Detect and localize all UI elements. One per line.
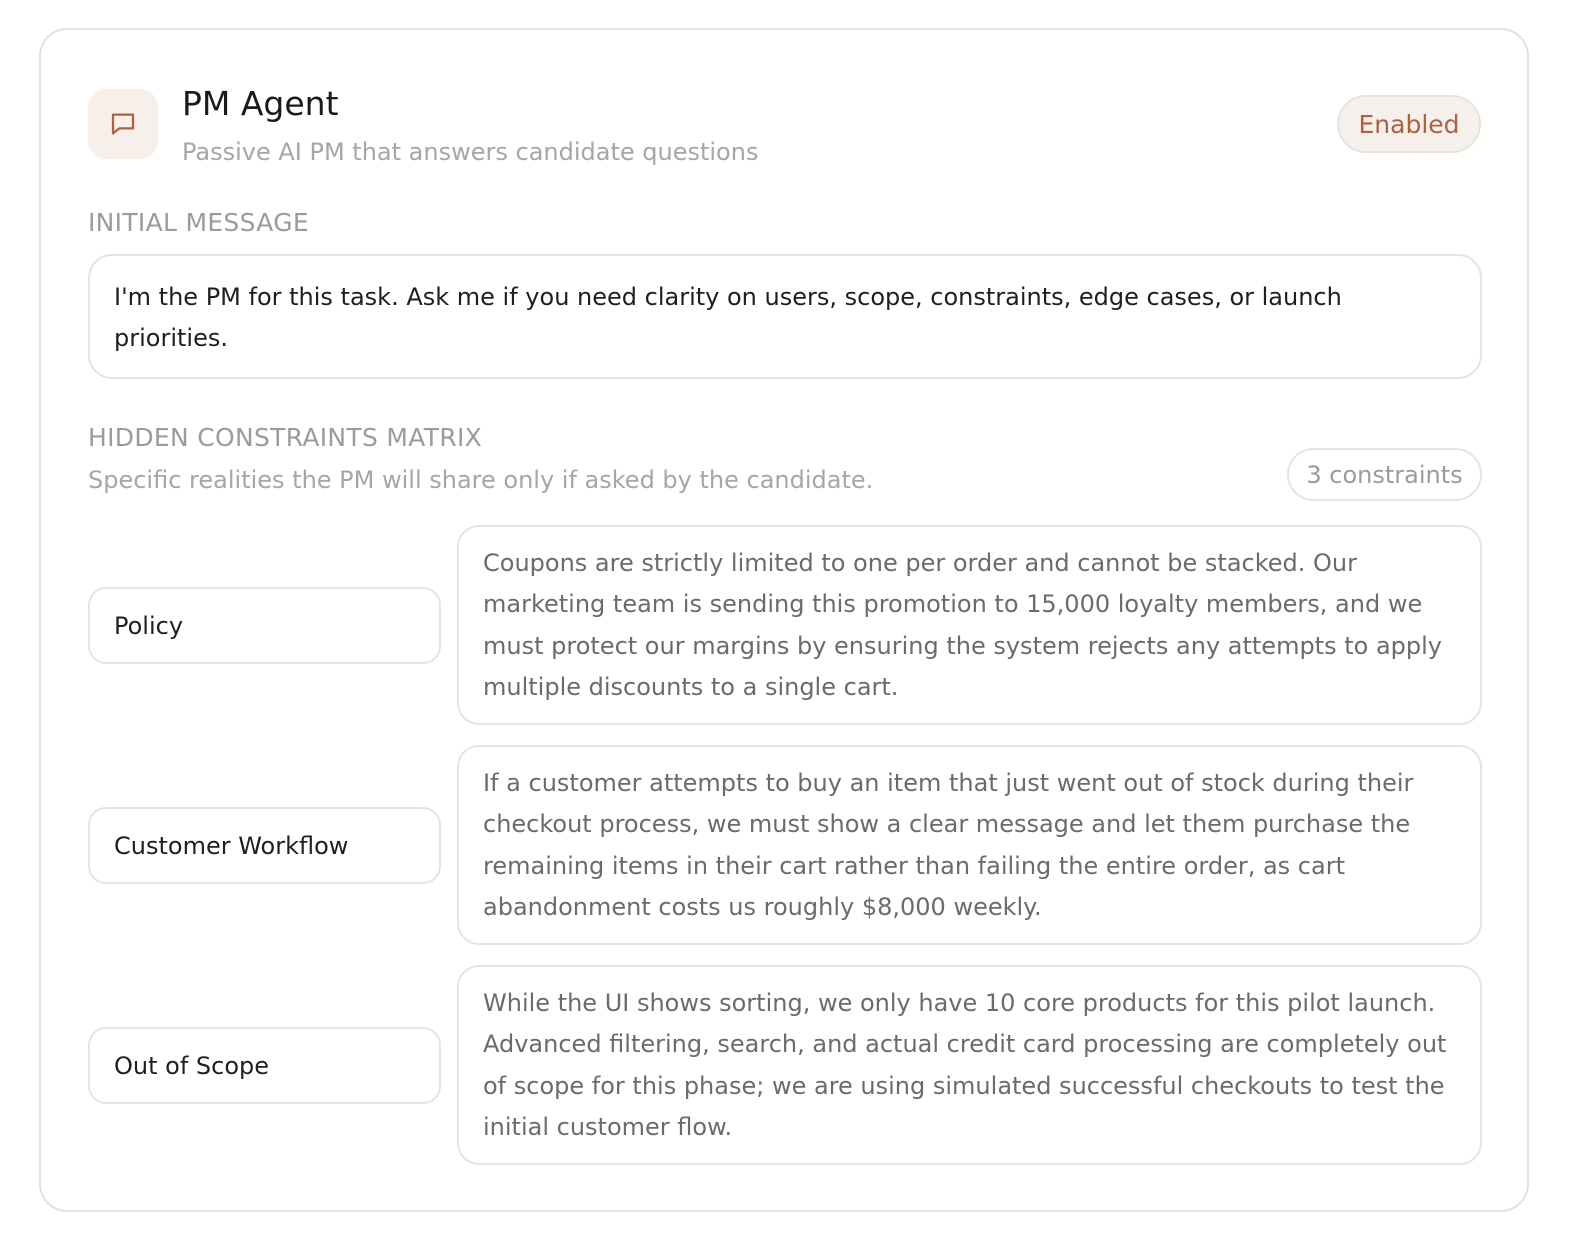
message-square-icon (111, 113, 135, 135)
initial-message-field[interactable]: I'm the PM for this task. Ask me if you … (88, 254, 1482, 379)
constraint-description-field[interactable]: If a customer attempts to buy an item th… (457, 745, 1482, 945)
constraints-count-badge: 3 constraints (1287, 448, 1482, 501)
constraint-type-field[interactable]: Customer Workflow (88, 807, 441, 884)
constraint-type-field[interactable]: Out of Scope (88, 1027, 441, 1104)
enabled-toggle[interactable]: Enabled (1337, 95, 1481, 153)
initial-message-label: INITIAL MESSAGE (88, 208, 309, 237)
agent-icon-badge (88, 89, 158, 159)
constraints-matrix-description: Specific realities the PM will share onl… (88, 466, 874, 494)
constraints-matrix-label: HIDDEN CONSTRAINTS MATRIX (88, 423, 483, 452)
agent-subtitle: Passive AI PM that answers candidate que… (182, 138, 759, 166)
agent-title: PM Agent (182, 84, 339, 123)
constraint-type-field[interactable]: Policy (88, 587, 441, 664)
constraint-description-field[interactable]: Coupons are strictly limited to one per … (457, 525, 1482, 725)
constraint-description-field[interactable]: While the UI shows sorting, we only have… (457, 965, 1482, 1165)
